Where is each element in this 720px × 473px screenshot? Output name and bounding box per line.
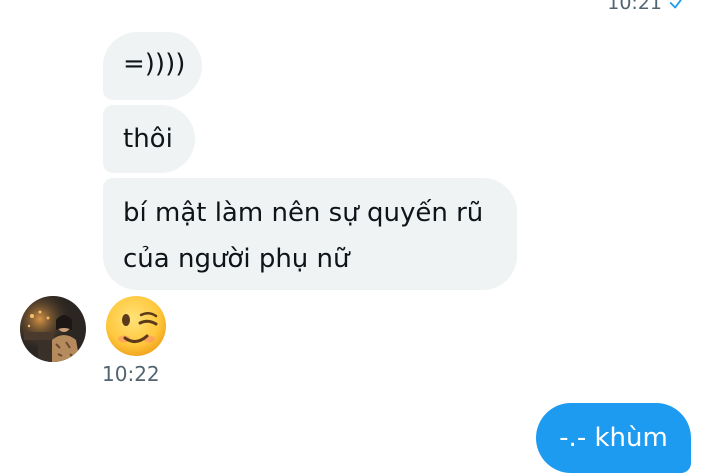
- message-text-line: bí mật làm nên sự quyến rũ: [123, 198, 484, 228]
- received-message-bubble[interactable]: =)))): [103, 32, 202, 100]
- sent-message-bubble[interactable]: -.- khùm: [536, 403, 691, 473]
- message-text: -.- khùm: [559, 423, 668, 453]
- message-text: =)))): [123, 49, 186, 79]
- avatar[interactable]: [20, 296, 86, 362]
- received-message-bubble[interactable]: thôi: [103, 105, 195, 173]
- previous-message-time: 10:21: [607, 0, 662, 14]
- check-icon: [669, 0, 682, 9]
- winking-face-emoji[interactable]: [102, 294, 170, 358]
- previous-message-status: 10:21: [607, 0, 686, 14]
- message-text: thôi: [123, 124, 173, 154]
- message-text-line: của người phụ nữ: [123, 244, 350, 274]
- message-timestamp: 10:22: [102, 362, 160, 386]
- received-message-bubble[interactable]: bí mật làm nên sự quyến rũ của người phụ…: [103, 178, 517, 290]
- avatar-image: [20, 296, 86, 362]
